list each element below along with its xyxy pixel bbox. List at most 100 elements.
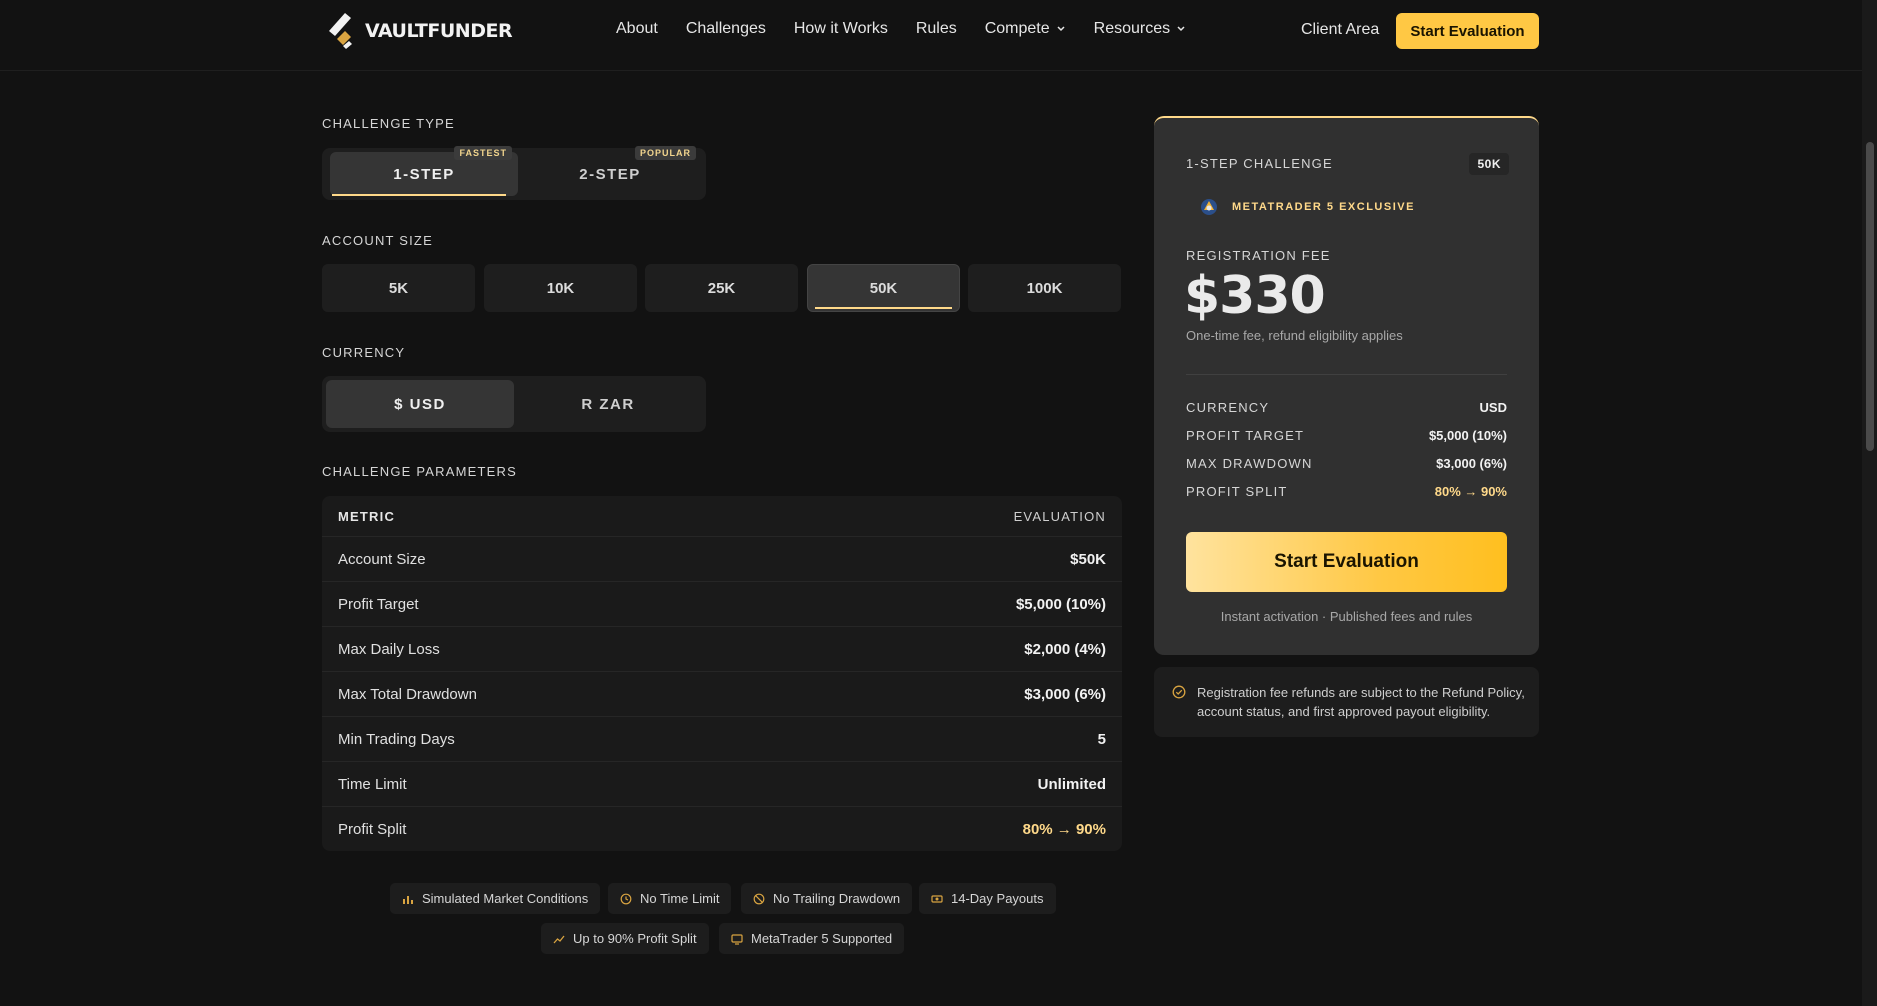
summary-detail-row: PROFIT TARGET $5,000 (10%): [1186, 428, 1507, 443]
main-nav: About Challenges How it Works Rules Comp…: [616, 20, 1214, 38]
row-value: $2,000 (4%): [1024, 640, 1106, 658]
challenge-parameters-label: CHALLENGE PARAMETERS: [322, 464, 517, 479]
summary-detail-row: MAX DRAWDOWN $3,000 (6%): [1186, 456, 1507, 471]
table-row: Account Size $50K: [322, 536, 1122, 581]
scrollbar-thumb[interactable]: [1866, 142, 1874, 451]
refund-notice-text: Registration fee refunds are subject to …: [1197, 685, 1525, 719]
summary-title: 1-STEP CHALLENGE: [1186, 156, 1333, 171]
account-size-10k[interactable]: 10K: [484, 264, 637, 312]
registration-fee-price: $330: [1184, 266, 1326, 326]
feature-label: No Time Limit: [640, 891, 720, 906]
nav-rules-label: Rules: [915, 20, 957, 37]
ban-icon: [753, 893, 765, 904]
feature-label: Simulated Market Conditions: [422, 891, 589, 906]
start-evaluation-header-button[interactable]: Start Evaluation: [1396, 13, 1539, 49]
feature-chip: MetaTrader 5 Supported: [719, 923, 905, 954]
nav-compete[interactable]: Compete: [985, 20, 1066, 38]
table-row: Min Trading Days 5: [322, 716, 1122, 761]
nav-rules[interactable]: Rules: [916, 20, 957, 38]
page-scrollbar[interactable]: [1862, 0, 1877, 1006]
summary-detail-row: CURRENCY USD: [1186, 400, 1507, 415]
fastest-tag: FASTEST: [454, 146, 512, 160]
row-metric: Max Daily Loss: [338, 640, 440, 658]
registration-fee-label: REGISTRATION FEE: [1186, 248, 1331, 263]
active-underline: [332, 194, 506, 196]
popular-tag: POPULAR: [634, 146, 696, 160]
currency-label: CURRENCY: [322, 345, 406, 360]
refund-notice: Registration fee refunds are subject to …: [1154, 667, 1539, 737]
chevron-down-icon: [1057, 26, 1065, 32]
account-size-5k[interactable]: 5K: [322, 264, 475, 312]
account-size-50k[interactable]: 50K: [807, 264, 960, 312]
nav-challenges-label: Challenges: [685, 20, 766, 37]
table-row: Profit Target $5,000 (10%): [322, 581, 1122, 626]
feature-chip: Up to 90% Profit Split: [541, 923, 709, 954]
active-underline: [815, 307, 952, 309]
row-metric: Account Size: [338, 550, 426, 568]
chevron-down-icon: [1177, 26, 1185, 32]
currency-usd[interactable]: $ USD: [326, 380, 514, 428]
platform-badge: METATRADER 5 EXCLUSIVE: [1198, 196, 1415, 218]
detail-value: 80% → 90%: [1434, 484, 1507, 499]
start-evaluation-button[interactable]: Start Evaluation: [1186, 532, 1507, 592]
currency-toggle: $ USD R ZAR: [322, 376, 706, 432]
feature-label: Up to 90% Profit Split: [573, 931, 697, 946]
account-size-25k[interactable]: 25K: [645, 264, 798, 312]
challenge-type-2-step[interactable]: 2-STEP POPULAR: [518, 146, 702, 196]
row-value: $3,000 (6%): [1024, 685, 1106, 703]
row-value: 80% → 90%: [1022, 820, 1106, 838]
row-value: $50K: [1070, 550, 1106, 568]
table-row: Time Limit Unlimited: [322, 761, 1122, 806]
feature-chip: Simulated Market Conditions: [390, 883, 601, 914]
clock-icon: [620, 893, 632, 904]
row-metric: Time Limit: [338, 775, 407, 793]
detail-key: PROFIT SPLIT: [1186, 484, 1288, 499]
nav-compete-label: Compete: [984, 20, 1050, 37]
fee-note: One-time fee, refund eligibility applies: [1186, 328, 1403, 343]
detail-value: $5,000 (10%): [1428, 428, 1507, 443]
currency-zar[interactable]: R ZAR: [514, 380, 702, 428]
account-size-100k[interactable]: 100K: [968, 264, 1121, 312]
row-value: Unlimited: [1037, 775, 1106, 793]
detail-key: PROFIT TARGET: [1186, 428, 1305, 443]
detail-value: USD: [1479, 400, 1507, 415]
table-row: Max Daily Loss $2,000 (4%): [322, 626, 1122, 671]
nav-challenges[interactable]: Challenges: [686, 20, 766, 38]
account-size-badge: 50K: [1469, 153, 1509, 175]
nav-about[interactable]: About: [616, 20, 658, 38]
trend-up-icon: [553, 935, 565, 943]
bar-chart-icon: [403, 895, 413, 904]
summary-detail-row: PROFIT SPLIT 80% → 90%: [1186, 484, 1507, 499]
row-metric: Min Trading Days: [338, 730, 455, 748]
table-row: Max Total Drawdown $3,000 (6%): [322, 671, 1122, 716]
challenge-type-1-step-label: 1-STEP: [393, 165, 455, 183]
feature-label: 14-Day Payouts: [951, 891, 1044, 906]
challenge-type-1-step[interactable]: 1-STEP FASTEST: [330, 146, 518, 196]
cash-icon: [931, 894, 943, 903]
challenge-type-label: CHALLENGE TYPE: [322, 116, 455, 131]
challenge-summary-card: 1-STEP CHALLENGE 50K METATRADER 5 EXCLUS…: [1154, 116, 1539, 655]
row-metric: Max Total Drawdown: [338, 685, 477, 703]
challenge-type-2-step-label: 2-STEP: [579, 165, 641, 183]
nav-about-label: About: [616, 20, 658, 37]
nav-resources[interactable]: Resources: [1094, 20, 1186, 38]
detail-key: MAX DRAWDOWN: [1186, 456, 1313, 471]
nav-how-it-works[interactable]: How it Works: [794, 20, 888, 38]
check-circle-icon: [1172, 685, 1186, 699]
challenge-type-toggle: 1-STEP FASTEST 2-STEP POPULAR: [322, 146, 706, 200]
feature-label: No Trailing Drawdown: [773, 891, 901, 906]
card-footnote: Instant activation · Published fees and …: [1220, 609, 1473, 624]
metric-column-header: METRIC: [338, 508, 396, 524]
feature-chip: No Time Limit: [608, 883, 732, 914]
row-metric: Profit Split: [338, 820, 407, 838]
account-size-label: ACCOUNT SIZE: [322, 233, 433, 248]
account-size-50k-label: 50K: [869, 279, 898, 297]
row-value: 5: [1097, 730, 1106, 748]
row-metric: Profit Target: [338, 595, 419, 613]
site-header: VAULTFUNDER About Challenges How it Work…: [0, 0, 1862, 71]
brand-logo[interactable]: VAULTFUNDER: [325, 9, 513, 53]
row-value: $5,000 (10%): [1015, 595, 1106, 613]
feature-label: MetaTrader 5 Supported: [751, 931, 893, 946]
client-area-link[interactable]: Client Area: [1301, 21, 1379, 39]
detail-key: CURRENCY: [1186, 400, 1270, 415]
